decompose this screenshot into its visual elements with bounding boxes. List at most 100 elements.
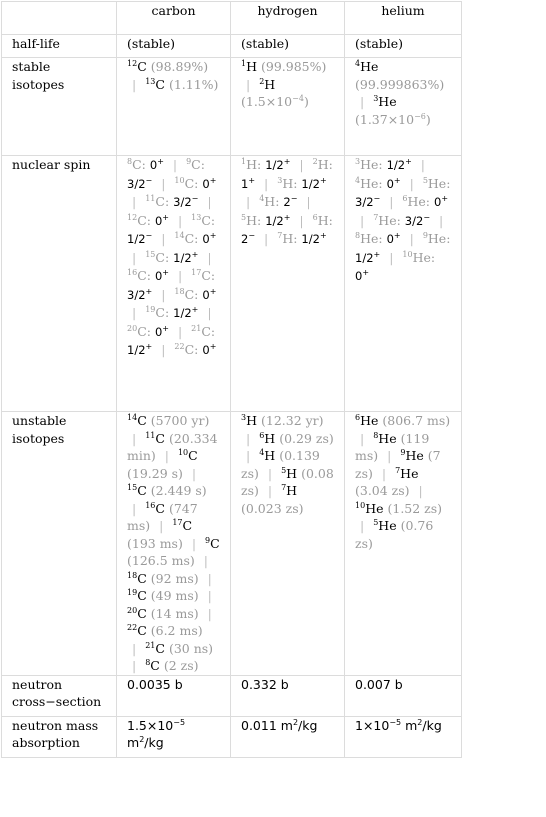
separator: | <box>207 588 212 603</box>
parity: + <box>162 323 169 333</box>
nuclide: 5H: <box>241 212 262 228</box>
isotope-note: (2.449 s) <box>150 483 207 498</box>
nuclide: 4He: <box>355 175 383 191</box>
nuclide: 8C <box>145 658 160 673</box>
isotope-entry: 7H <box>281 483 297 498</box>
spin-value: 0+ <box>202 286 217 302</box>
nuclide: 7H <box>281 483 298 498</box>
nuclide: 21C <box>145 640 165 656</box>
mass-number: 15 <box>145 249 156 259</box>
separator: | <box>246 194 251 209</box>
separator: | <box>246 430 251 446</box>
isotope-note: (1.11%) <box>168 76 219 92</box>
spin-value: 0+ <box>154 268 169 284</box>
parity: + <box>362 268 370 277</box>
unit-exponent: 2 <box>417 717 423 727</box>
spin-value: 3/2− <box>355 194 381 210</box>
spin-entry: 13C: <box>191 213 215 228</box>
nuclide: 15C <box>127 483 147 498</box>
isotope-entry: 19C <box>127 588 147 603</box>
nuclide: 20C <box>127 605 147 621</box>
isotope-note: (0.29 zs) <box>279 430 334 446</box>
separator: | <box>132 76 137 92</box>
mass-number: 8 <box>355 231 361 240</box>
mass-number: 4 <box>355 59 361 68</box>
half-life-hydrogen: (stable) <box>230 34 345 58</box>
spin-entry: 19C: <box>145 305 169 320</box>
mass-number: 10 <box>177 448 189 457</box>
spin-entry: 7H: <box>277 231 297 246</box>
isotope-note: (99.985%) <box>260 59 327 74</box>
separator: | <box>360 212 365 228</box>
mass-number: 17 <box>191 268 202 277</box>
nuclide: 7He <box>395 465 419 481</box>
isotope-note: (1.52 zs) <box>387 500 443 516</box>
isotope-note: (193 ms) <box>127 535 183 551</box>
mass-number: 8 <box>373 430 379 440</box>
separator: | <box>177 323 183 339</box>
parity: + <box>157 157 164 166</box>
spin-value: 0+ <box>154 212 169 228</box>
spin-entry: 9He: <box>423 231 451 246</box>
unstable-isotopes-hydrogen: 3H (12.32 yr) | 6H (0.29 zs) | 4H (0.139… <box>230 411 345 676</box>
spin-value: 1/2+ <box>265 212 291 228</box>
column-header-helium: helium <box>344 1 462 35</box>
nuclide: 10C <box>177 448 198 463</box>
isotope-entry: 2H <box>259 77 275 92</box>
nuclide: 13C <box>145 76 165 92</box>
nuclide: 5He: <box>422 175 451 191</box>
row-label-stable-isotopes: stable isotopes <box>1 57 117 156</box>
spin-value: 1/2+ <box>173 305 199 321</box>
separator: | <box>191 535 197 551</box>
spin-value: 0+ <box>202 342 217 358</box>
isotope-entry: 17C <box>172 518 192 533</box>
mass-number: 2 <box>312 157 318 166</box>
separator: | <box>132 640 137 656</box>
parity: + <box>191 305 199 314</box>
parity: + <box>209 286 217 296</box>
mass-number: 4 <box>259 448 265 457</box>
nuclide: 2H: <box>312 157 333 172</box>
isotope-note: (98.89%) <box>150 59 209 74</box>
neutron-cross-section-hydrogen: 0.332 b <box>230 674 345 717</box>
nuclide: 11C: <box>145 194 170 209</box>
stable-isotopes-helium: 4He (99.999863%) | 3He (1.37×10−6) <box>344 57 462 156</box>
parity: + <box>393 175 401 185</box>
spin-entry: 5H: <box>241 213 261 228</box>
spin-entry: 10He: <box>402 250 435 265</box>
spin-value: 1/2+ <box>386 157 412 173</box>
isotope-entry: 1H <box>241 59 257 74</box>
isotope-note: (14 ms) <box>150 605 199 621</box>
separator: | <box>207 570 212 586</box>
spin-value: 0+ <box>154 323 169 339</box>
row-label-unstable-isotopes: unstable isotopes <box>1 411 117 676</box>
nuclide: 7He: <box>373 212 401 228</box>
isotope-note: (3.04 zs) <box>355 483 410 498</box>
isotope-entry: 15C <box>127 483 147 498</box>
isotope-entry: 8C <box>145 658 160 673</box>
parity: − <box>191 194 199 203</box>
nuclide: 8He: <box>355 231 383 246</box>
isotope-note: (6.2 ms) <box>150 623 203 638</box>
isotope-entry: 6He <box>355 413 378 428</box>
isotope-note: (49 ms) <box>150 588 199 603</box>
isotope-note: (30 ns) <box>168 640 214 656</box>
mass-number: 20 <box>127 323 138 333</box>
nuclide: 14C <box>127 413 147 428</box>
nuclide: 20C: <box>127 323 151 339</box>
spin-value: 3/2+ <box>127 286 153 302</box>
parity: + <box>441 194 449 203</box>
separator: | <box>164 448 169 463</box>
separator: | <box>264 175 269 191</box>
nuclide: 4He <box>355 59 379 74</box>
nuclide: 19C <box>127 588 147 603</box>
nuclide: 9He <box>400 448 424 463</box>
isotope-entry: 5He <box>373 518 396 533</box>
mass-number: 6 <box>259 430 265 440</box>
mass-number: 14 <box>127 413 138 422</box>
separator: | <box>418 483 423 498</box>
mass-number: 14 <box>174 231 185 240</box>
isotope-entry: 13C <box>145 77 165 92</box>
neutron-mass-absorption-helium: 1×10−5 m2/kg <box>344 715 462 758</box>
nuclide: 5H <box>281 465 298 481</box>
